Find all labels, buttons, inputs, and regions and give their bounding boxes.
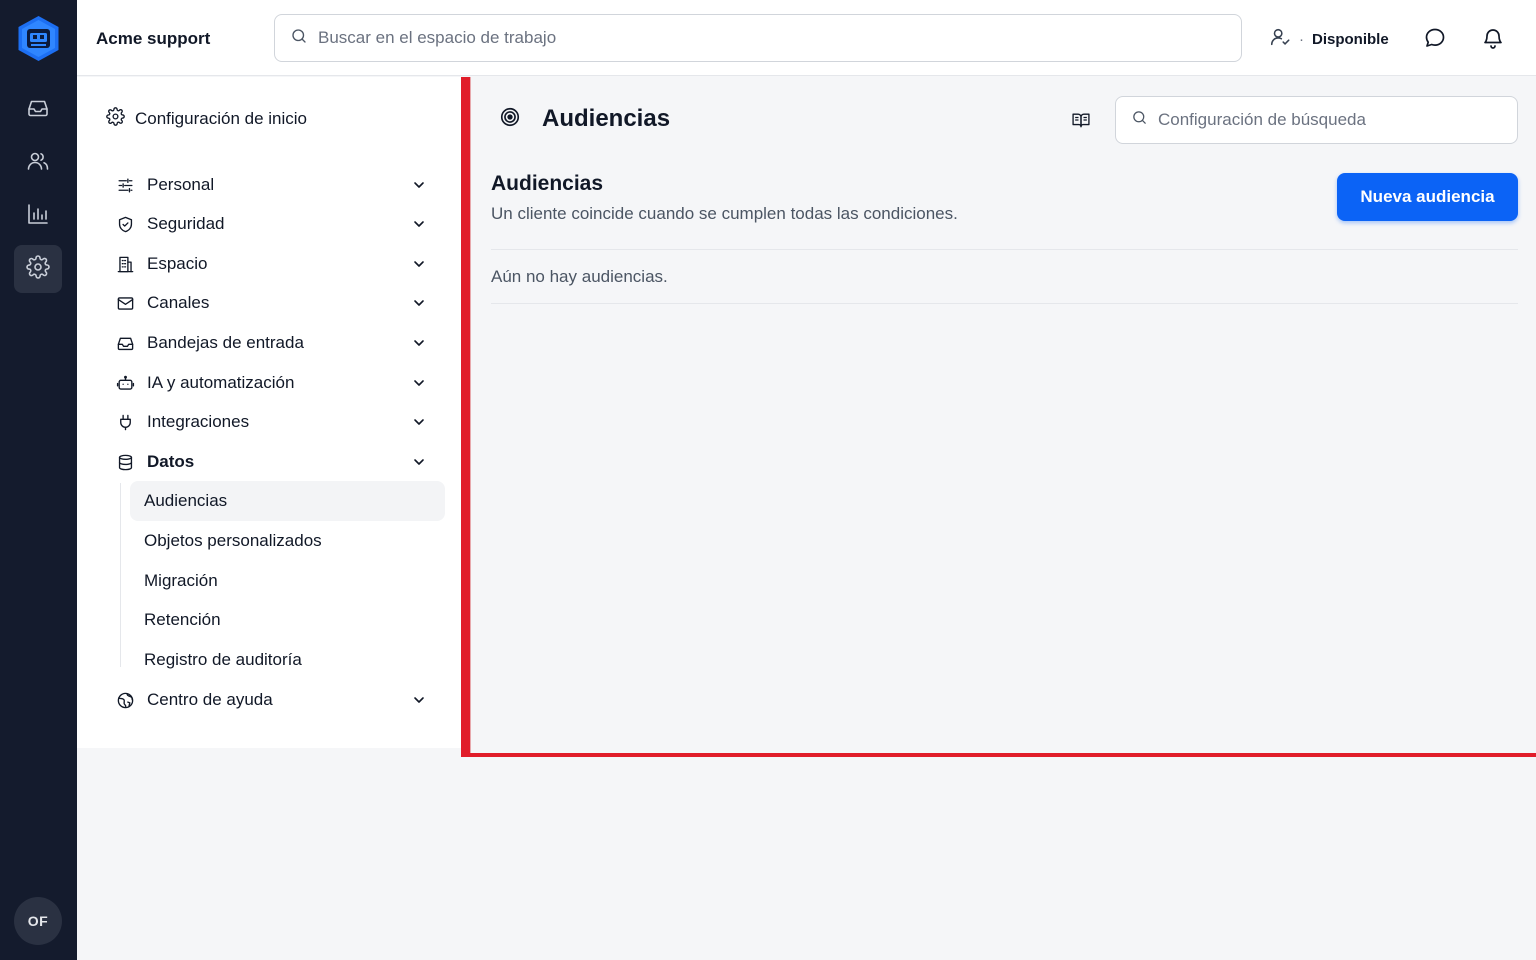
nav-item-workspace[interactable]: Espacio: [115, 249, 437, 279]
nav-item-help-center[interactable]: Centro de ayuda: [115, 685, 437, 715]
chevron-down-icon[interactable]: [411, 692, 427, 708]
top-bar: Acme support · Disponible: [77, 0, 1536, 76]
page-title: Audiencias: [542, 105, 671, 132]
nav-item-inboxes[interactable]: Bandejas de entrada: [115, 328, 437, 358]
new-audience-button[interactable]: Nueva audiencia: [1337, 173, 1518, 221]
nav-item-label: Bandejas de entrada: [147, 333, 304, 352]
gear-icon: [26, 254, 50, 284]
global-search[interactable]: [274, 14, 1242, 62]
chevron-down-icon[interactable]: [411, 256, 427, 272]
nav-item-ai-automation[interactable]: IA y automatización: [115, 368, 437, 398]
status-separator: ·: [1299, 30, 1304, 48]
availability-status[interactable]: · Disponible: [1269, 26, 1389, 52]
section-title: Audiencias: [491, 172, 604, 195]
chevron-down-icon[interactable]: [411, 375, 427, 391]
nav-item-label: Personal: [147, 175, 215, 194]
chevron-down-icon[interactable]: [411, 454, 427, 470]
search-icon: [1131, 109, 1148, 131]
user-avatar[interactable]: OF: [14, 897, 62, 945]
bar-chart-icon: [26, 202, 50, 231]
nav-item-personal[interactable]: Personal: [115, 170, 437, 200]
shield-icon: [115, 214, 135, 234]
plug-icon: [115, 412, 135, 432]
search-icon: [290, 27, 308, 50]
chevron-down-icon[interactable]: [411, 216, 427, 232]
building-icon: [115, 254, 135, 274]
rail-reports-button[interactable]: [14, 192, 62, 240]
global-search-input[interactable]: [318, 28, 1218, 48]
user-status-icon: [1269, 26, 1291, 52]
chevron-down-icon[interactable]: [411, 177, 427, 193]
users-icon: [26, 149, 50, 178]
inbox-icon: [26, 96, 50, 125]
nav-item-label: Datos: [147, 452, 195, 471]
workspace-name[interactable]: Acme support: [96, 29, 210, 49]
bot-hexagon-logo[interactable]: [17, 15, 60, 62]
divider: [491, 249, 1518, 250]
sub-item-retention[interactable]: Retención: [130, 600, 445, 640]
nav-item-integrations[interactable]: Integraciones: [115, 407, 437, 437]
app-rail: OF: [0, 0, 77, 960]
sliders-icon: [115, 175, 135, 195]
rail-contacts-button[interactable]: [14, 139, 62, 187]
page-header: Audiencias: [499, 105, 670, 133]
divider: [491, 303, 1518, 304]
nav-item-label: Integraciones: [147, 412, 250, 431]
chevron-down-icon[interactable]: [411, 335, 427, 351]
panel-content: Audiencias Audiencias Un cliente coincid…: [470, 77, 1536, 753]
sub-item-custom-objects[interactable]: Objetos personalizados: [130, 521, 445, 561]
target-icon: [499, 106, 521, 133]
chevron-down-icon[interactable]: [411, 295, 427, 311]
nav-item-label: Centro de ayuda: [147, 690, 273, 709]
chat-bubble-icon[interactable]: [1423, 26, 1447, 50]
database-icon: [115, 452, 135, 472]
sub-item-migration[interactable]: Migración: [130, 561, 445, 601]
sub-item-audit-log[interactable]: Registro de auditoría: [130, 640, 445, 680]
status-label: Disponible: [1312, 30, 1389, 48]
nav-item-channels[interactable]: Canales: [115, 288, 437, 318]
settings-sidebar: Configuración de inicio Personal Segurid…: [77, 77, 461, 748]
settings-home-label: Configuración de inicio: [135, 109, 307, 128]
nav-item-label: IA y automatización: [147, 373, 295, 392]
book-open-icon[interactable]: [1071, 110, 1091, 130]
rail-settings-button[interactable]: [14, 245, 62, 293]
nav-item-security[interactable]: Seguridad: [115, 209, 437, 239]
settings-home-link[interactable]: Configuración de inicio: [106, 107, 307, 131]
empty-state-text: Aún no hay audiencias.: [491, 267, 668, 286]
nav-item-label: Canales: [147, 293, 210, 312]
inbox-icon: [115, 333, 135, 353]
chevron-down-icon[interactable]: [411, 414, 427, 430]
nav-item-data[interactable]: Datos: [115, 447, 437, 477]
submenu-guide-line: [120, 483, 121, 667]
section-description: Un cliente coincide cuando se cumplen to…: [491, 204, 958, 223]
robot-icon: [115, 373, 135, 393]
settings-search[interactable]: [1115, 96, 1518, 144]
rail-inbox-button[interactable]: [14, 86, 62, 134]
globe-icon: [115, 690, 135, 710]
bell-icon[interactable]: [1481, 26, 1505, 50]
audiences-panel: Audiencias Audiencias Un cliente coincid…: [461, 77, 1536, 757]
nav-item-label: Espacio: [147, 254, 208, 273]
gear-icon: [106, 107, 135, 131]
settings-search-input[interactable]: [1158, 110, 1508, 130]
sub-item-audiences[interactable]: Audiencias: [130, 481, 445, 521]
mail-icon: [115, 293, 135, 313]
nav-item-label: Seguridad: [147, 214, 225, 233]
